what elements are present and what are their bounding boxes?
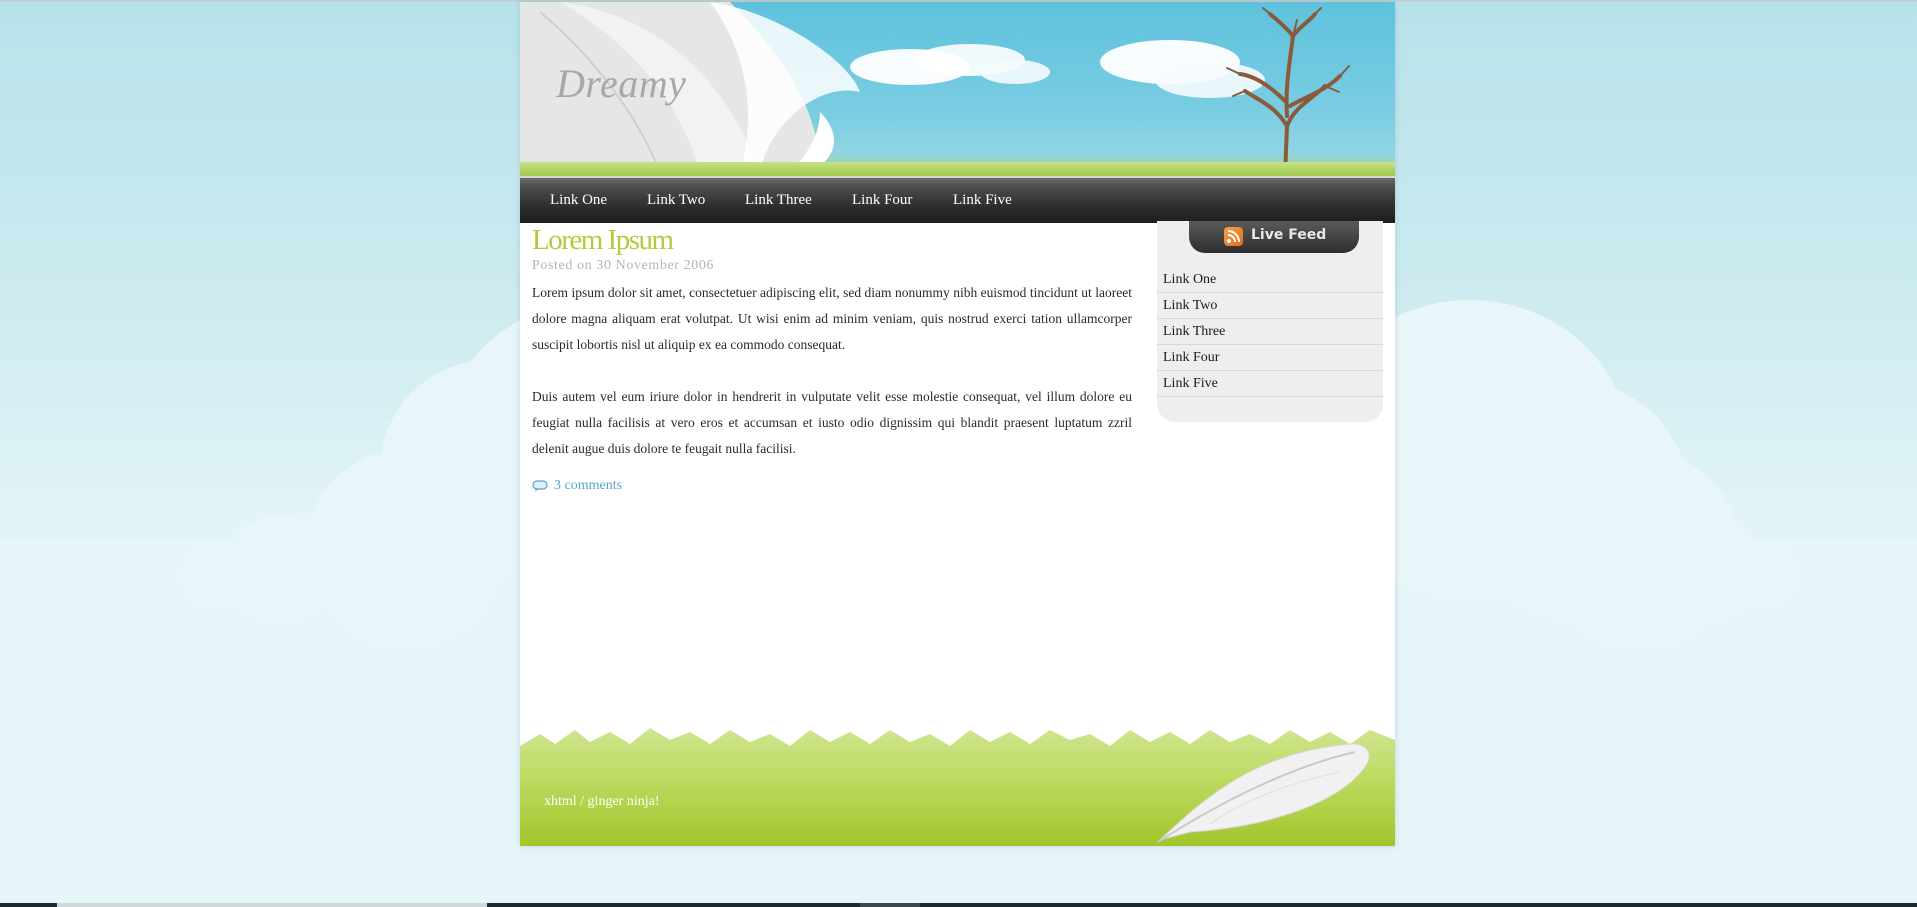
nav-link-four[interactable]: Link Four (852, 192, 912, 209)
page-container: Dreamy Link One Link Two Link Three Link… (520, 2, 1395, 846)
rss-icon (1224, 227, 1243, 246)
sidebar-link-three[interactable]: Link Three (1157, 319, 1383, 345)
feather-icon (1157, 743, 1370, 843)
post-paragraph: Lorem ipsum dolor sit amet, consectetuer… (532, 285, 1132, 352)
tree-illustration (1226, 7, 1350, 176)
header-grass (520, 162, 1395, 176)
post-meta: Posted on 30 November 2006 (532, 258, 715, 273)
comment-bubble-icon (532, 480, 548, 492)
sidebar-link-four[interactable]: Link Four (1157, 345, 1383, 371)
cloud-left-illustration (850, 44, 1050, 85)
comments-label[interactable]: 3 comments (554, 478, 622, 494)
main-nav: Link One Link Two Link Three Link Four L… (520, 176, 1395, 223)
header-banner: Dreamy (520, 2, 1395, 176)
sidebar-link-five[interactable]: Link Five (1157, 371, 1383, 397)
footer: xhtml / ginger ninja! (520, 724, 1395, 846)
live-feed-label: Live Feed (1251, 227, 1327, 243)
post-title[interactable]: Lorem Ipsum (532, 224, 674, 257)
nav-link-three[interactable]: Link Three (745, 192, 812, 209)
footer-credit[interactable]: xhtml / ginger ninja! (544, 794, 659, 810)
sidebar-link-two[interactable]: Link Two (1157, 293, 1383, 319)
sidebar-link-one[interactable]: Link One (1157, 267, 1383, 293)
taskbar-fragment (0, 903, 1917, 907)
nav-link-five[interactable]: Link Five (953, 192, 1012, 209)
sidebar: Live Feed Link One Link Two Link Three L… (1157, 221, 1383, 422)
nav-link-one[interactable]: Link One (550, 192, 607, 209)
sidebar-links: Link One Link Two Link Three Link Four L… (1157, 267, 1383, 397)
post-body: Lorem ipsum dolor sit amet, consectetuer… (532, 280, 1132, 488)
comments-link[interactable]: 3 comments (532, 478, 622, 494)
post-paragraph: Duis autem vel eum iriure dolor in hendr… (532, 389, 1132, 456)
live-feed-button[interactable]: Live Feed (1189, 221, 1359, 253)
site-title[interactable]: Dreamy (556, 60, 686, 107)
nav-link-two[interactable]: Link Two (647, 192, 705, 209)
